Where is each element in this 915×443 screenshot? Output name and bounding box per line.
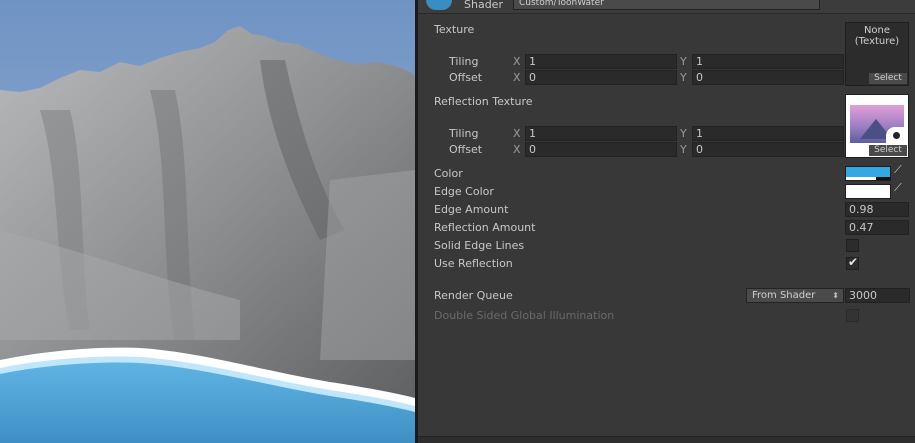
edge-color-eyedropper-icon[interactable]: ⟋ bbox=[894, 181, 902, 195]
shader-value: Custom/ToonWater bbox=[519, 0, 604, 8]
color-eyedropper-icon[interactable]: ⟋ bbox=[894, 163, 902, 177]
texture-offset-x-field[interactable]: 0 bbox=[525, 70, 677, 85]
shader-dropdown[interactable]: Custom/ToonWater bbox=[513, 0, 820, 10]
use-reflection-label: Use Reflection bbox=[434, 257, 513, 270]
render-queue-label: Render Queue bbox=[434, 289, 513, 302]
texture-slot-text-line2: (Texture) bbox=[854, 36, 900, 47]
texture-slot-text-line1: None bbox=[863, 25, 891, 36]
texture-tiling-x-field[interactable]: 1 bbox=[525, 54, 677, 69]
texture-tiling-x-axis: X bbox=[513, 55, 521, 68]
render-queue-mode-dropdown[interactable]: From Shader ⬍ bbox=[746, 288, 844, 303]
reflection-texture-select-button[interactable]: Select bbox=[869, 145, 907, 156]
reflection-tiling-x-axis: X bbox=[513, 127, 521, 140]
reflection-offset-y-field[interactable]: 0 bbox=[692, 142, 844, 157]
inspector-panel: Shader Custom/ToonWater Texture Tiling X… bbox=[418, 0, 915, 443]
edge-amount-label: Edge Amount bbox=[434, 203, 509, 216]
texture-label: Texture bbox=[434, 23, 475, 36]
shader-header: Shader Custom/ToonWater bbox=[418, 0, 915, 14]
solid-edge-lines-checkbox[interactable] bbox=[846, 239, 859, 252]
checkmark-icon: ✔ bbox=[848, 255, 859, 269]
color-label: Color bbox=[434, 167, 463, 180]
reflection-offset-label: Offset bbox=[449, 143, 483, 156]
double-sided-gi-checkbox bbox=[846, 309, 859, 322]
color-swatch[interactable] bbox=[845, 166, 891, 181]
texture-tiling-y-axis: Y bbox=[680, 55, 687, 68]
reflection-tiling-y-field[interactable]: 1 bbox=[692, 126, 844, 141]
reflection-tiling-x-field[interactable]: 1 bbox=[525, 126, 677, 141]
reflection-tiling-label: Tiling bbox=[449, 127, 479, 140]
reflection-amount-field[interactable]: 0.47 bbox=[845, 220, 909, 235]
use-reflection-checkbox[interactable]: ✔ bbox=[846, 255, 859, 270]
texture-offset-x-axis: X bbox=[513, 71, 521, 84]
texture-tiling-label: Tiling bbox=[449, 55, 479, 68]
texture-offset-y-axis: Y bbox=[680, 71, 687, 84]
reflection-texture-slot[interactable]: Select bbox=[845, 94, 909, 158]
render-queue-value-field[interactable]: 3000 bbox=[845, 288, 910, 303]
inspector-bottom-divider bbox=[418, 436, 915, 443]
texture-offset-y-field[interactable]: 0 bbox=[692, 70, 844, 85]
solid-edge-lines-label: Solid Edge Lines bbox=[434, 239, 525, 252]
reflection-offset-x-field[interactable]: 0 bbox=[525, 142, 677, 157]
edge-color-label: Edge Color bbox=[434, 185, 494, 198]
scene-view[interactable] bbox=[0, 0, 415, 443]
shader-label: Shader bbox=[464, 0, 503, 11]
reflection-tiling-y-axis: Y bbox=[680, 127, 687, 140]
reflection-texture-label: Reflection Texture bbox=[434, 95, 533, 108]
double-sided-gi-label: Double Sided Global Illumination bbox=[434, 309, 615, 322]
edge-color-swatch[interactable] bbox=[845, 184, 891, 199]
color-swatch-fill bbox=[846, 167, 890, 177]
texture-offset-label: Offset bbox=[449, 71, 483, 84]
reflection-texture-thumbnail bbox=[850, 105, 904, 143]
scene-render bbox=[0, 0, 415, 443]
reflection-offset-x-axis: X bbox=[513, 143, 521, 156]
texture-slot[interactable]: None (Texture) Select bbox=[845, 22, 909, 86]
texture-tiling-y-field[interactable]: 1 bbox=[692, 54, 844, 69]
reflection-offset-y-axis: Y bbox=[680, 143, 687, 156]
material-sphere-icon bbox=[426, 0, 452, 10]
render-queue-mode-value: From Shader bbox=[752, 290, 816, 301]
texture-select-button[interactable]: Select bbox=[869, 73, 907, 84]
dropdown-arrows-icon: ⬍ bbox=[832, 291, 839, 300]
edge-amount-field[interactable]: 0.98 bbox=[845, 202, 909, 217]
reflection-amount-label: Reflection Amount bbox=[434, 221, 536, 234]
